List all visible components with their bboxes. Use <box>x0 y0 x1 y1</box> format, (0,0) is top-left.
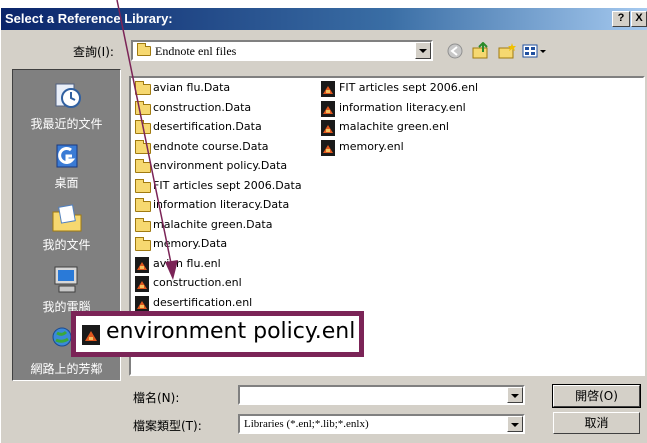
file-name: information literacy.enl <box>339 100 466 114</box>
endnote-library-icon <box>321 139 335 156</box>
highlight-callout: environment policy.enl <box>71 311 364 357</box>
help-button[interactable]: ? <box>612 11 630 27</box>
endnote-library-icon <box>135 256 149 273</box>
folder-icon <box>135 198 151 212</box>
folder-icon <box>135 178 151 193</box>
endnote-library-icon <box>321 120 335 136</box>
place-recent-label: 我最近的文件 <box>30 117 103 131</box>
my-computer-icon <box>54 266 77 293</box>
look-in-combo[interactable]: Endnote enl files <box>131 40 433 61</box>
place-my-documents[interactable] <box>13 202 120 238</box>
folder-icon <box>135 81 151 95</box>
file-name: desertification.Data <box>153 120 262 133</box>
look-in-value: Endnote enl files <box>155 44 237 58</box>
file-name: construction.Data <box>153 100 252 114</box>
dialog-title: Select a Reference Library: <box>5 11 173 26</box>
place-recent[interactable] <box>13 80 120 114</box>
endnote-library-icon <box>321 81 335 97</box>
look-in-label: 查詢(I): <box>73 45 114 59</box>
file-name: desertification.enl <box>153 295 253 309</box>
folder-icon <box>135 120 151 134</box>
file-name-dropdown-button[interactable] <box>507 387 523 403</box>
file-type-select[interactable]: Libraries (*.enl;*.lib;*.enlx) <box>238 414 525 434</box>
place-network-label: 網路上的芳鄰 <box>30 362 103 376</box>
desktop-icon <box>56 144 77 168</box>
file-name: FIT articles sept 2006.Data <box>153 178 302 192</box>
folder-icon <box>135 100 151 115</box>
callout-label: environment policy.enl <box>106 319 356 344</box>
folder-icon <box>135 139 151 154</box>
file-name: avian flu.Data <box>153 81 231 94</box>
file-type-dropdown-button[interactable] <box>507 416 523 432</box>
file-name: FIT articles sept 2006.enl <box>339 81 479 94</box>
back-icon[interactable] <box>445 42 465 60</box>
cancel-button[interactable]: 取消 <box>553 412 640 434</box>
file-name: avian flu.enl <box>153 256 221 270</box>
file-type-value: Libraries (*.enl;*.lib;*.enlx) <box>244 418 369 430</box>
folder-icon <box>135 237 151 251</box>
file-name: memory.Data <box>153 237 228 250</box>
file-name: endnote course.Data <box>153 139 269 153</box>
folder-icon <box>135 217 151 232</box>
place-my-computer[interactable] <box>13 264 120 300</box>
place-desktop[interactable] <box>13 142 120 176</box>
file-type-label: 檔案類型(T): <box>133 419 202 433</box>
folder-icon <box>137 43 151 56</box>
up-folder-icon[interactable] <box>471 42 491 60</box>
file-name: construction.enl <box>153 276 242 289</box>
file-name-label: 檔名(N): <box>133 391 180 405</box>
endnote-library-icon <box>321 100 335 117</box>
open-button[interactable]: 開啓(O) <box>552 384 641 408</box>
select-reference-library-dialog: Select a Reference Library: ? X 查詢(I): E… <box>0 8 647 443</box>
my-documents-icon <box>52 204 81 232</box>
file-name: information literacy.Data <box>153 198 290 211</box>
place-desktop-label: 桌面 <box>54 176 79 190</box>
place-my-documents-label: 我的文件 <box>42 238 91 252</box>
endnote-library-icon <box>135 276 149 292</box>
file-name: malachite green.Data <box>153 217 273 231</box>
folder-icon <box>135 159 151 173</box>
file-name-input[interactable] <box>238 385 525 405</box>
new-folder-icon[interactable] <box>497 42 517 60</box>
title-bar[interactable]: Select a Reference Library: ? X <box>1 8 647 30</box>
recent-documents-icon <box>55 83 81 108</box>
file-name: malachite green.enl <box>339 120 449 133</box>
endnote-library-icon <box>135 295 149 312</box>
file-name: memory.enl <box>339 139 404 153</box>
view-menu-icon[interactable] <box>521 42 549 60</box>
endnote-library-icon <box>82 325 100 345</box>
file-name: environment policy.Data <box>153 159 288 172</box>
close-button[interactable]: X <box>631 11 647 27</box>
look-in-dropdown-button[interactable] <box>415 42 431 59</box>
